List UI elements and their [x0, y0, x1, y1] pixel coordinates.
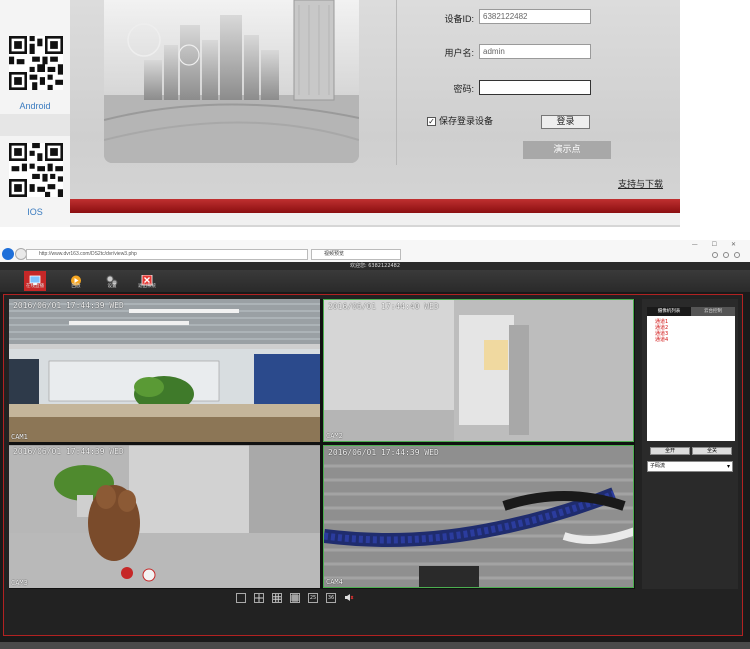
device-id-label: 设备ID:	[444, 14, 474, 24]
login-panel: Android IOS 设备ID: 6382122482 用户名: admin …	[0, 0, 750, 240]
video-timestamp: 2016/06/01 17:44:40 WED	[328, 302, 439, 311]
city-skyline-image	[104, 0, 359, 163]
dvr-web-app: 欢迎您: 6382122482 在线直播 回放 设置 退出系统 2016/06/…	[0, 262, 750, 649]
playback-label: 回放	[71, 284, 81, 289]
settings-label: 设置	[107, 284, 117, 289]
side-tabs: 摄像机列表 云台控制	[647, 307, 735, 316]
save-device-checkbox[interactable]: ✓	[427, 117, 436, 127]
camera-label: CAM3	[11, 579, 28, 587]
username-field[interactable]: admin	[479, 44, 591, 59]
password-field[interactable]	[479, 80, 591, 95]
layout-9-button[interactable]	[272, 593, 282, 603]
window-controls[interactable]: — ☐ ✕	[692, 241, 742, 248]
camera-label: CAM1	[11, 433, 28, 441]
close-icon	[141, 271, 153, 286]
video-timestamp: 2016/06/01 17:44:39 WED	[328, 448, 439, 457]
login-button[interactable]: 登录	[541, 115, 590, 129]
exit-button[interactable]: 退出系统	[137, 271, 157, 291]
android-qr-code	[9, 36, 63, 90]
app-download-column: Android IOS	[0, 0, 70, 227]
tab-ptz-control[interactable]: 云台控制	[691, 307, 735, 316]
layout-4-button[interactable]	[254, 593, 264, 603]
video-tile-cam4[interactable]: 2016/06/01 17:44:39 WED CAM4	[323, 445, 634, 588]
password-label: 密码:	[453, 84, 474, 94]
demo-button[interactable]: 演示点	[523, 141, 611, 159]
layout-36-button[interactable]: 36	[326, 593, 336, 603]
username-label: 用户名:	[444, 48, 474, 58]
playback-button[interactable]: 回放	[66, 271, 86, 291]
status-bar	[0, 642, 750, 649]
settings-button[interactable]: 设置	[102, 271, 122, 291]
device-id-field[interactable]: 6382122482	[479, 9, 591, 24]
divider	[396, 0, 397, 165]
stream-select[interactable]: 子码流 ▾	[647, 461, 733, 472]
favorites-icon[interactable]	[723, 252, 729, 258]
android-label: Android	[19, 101, 51, 111]
live-view-frame: 2016/06/01 17:44:39 WED CAM1 2016/06/01	[3, 294, 743, 636]
address-bar[interactable]: http://www.dvr163.com/DS2tc/dvr/view3.ph…	[26, 249, 308, 260]
app-toolbar: 在线直播 回放 设置 退出系统	[0, 270, 750, 292]
footer-strip	[70, 213, 680, 225]
footer-red-bar	[70, 199, 680, 213]
ios-qr-code	[9, 143, 63, 197]
camera-label: CAM2	[326, 432, 343, 440]
save-device-option[interactable]: ✓ 保存登录设备	[427, 114, 493, 127]
channel-list: 通道1 通道2 通道3 通道4	[647, 316, 735, 441]
layout-16-button[interactable]	[290, 593, 300, 603]
home-icon[interactable]	[712, 252, 718, 258]
back-icon[interactable]	[2, 248, 14, 260]
video-grid: 2016/06/01 17:44:39 WED CAM1 2016/06/01	[9, 299, 635, 589]
divider	[0, 114, 70, 136]
gear-icon	[106, 271, 118, 286]
video-timestamp: 2016/06/01 17:44:39 WED	[13, 447, 124, 456]
video-tile-cam1[interactable]: 2016/06/01 17:44:39 WED CAM1	[9, 299, 320, 442]
gear-icon[interactable]	[734, 252, 740, 258]
video-timestamp: 2016/06/01 17:44:39 WED	[13, 301, 124, 310]
exit-label: 退出系统	[138, 284, 156, 289]
chevron-down-icon: ▾	[726, 463, 730, 470]
play-icon	[70, 271, 82, 286]
speaker-icon[interactable]	[344, 593, 354, 603]
video-tile-cam3[interactable]: 2016/06/01 17:44:39 WED CAM3	[9, 445, 320, 588]
open-all-button[interactable]: 全开	[650, 447, 690, 455]
tab-camera-list[interactable]: 摄像机列表	[647, 307, 691, 316]
welcome-title: 欢迎您: 6382122482	[0, 262, 750, 270]
close-all-button[interactable]: 全关	[692, 447, 732, 455]
monitor-icon	[29, 271, 41, 285]
layout-1-button[interactable]	[236, 593, 246, 603]
browser-window: http://www.dvr163.com/DS2tc/dvr/view3.ph…	[0, 240, 750, 649]
support-download-link[interactable]: 支持与下载	[618, 177, 663, 190]
ios-label: IOS	[27, 207, 43, 217]
video-tile-cam2[interactable]: 2016/06/01 17:44:40 WED CAM2	[323, 299, 634, 442]
live-label: 在线直播	[26, 284, 44, 289]
save-device-label: 保存登录设备	[439, 116, 494, 126]
layout-25-button[interactable]: 25	[308, 593, 318, 603]
stream-value: 子码流	[650, 463, 666, 469]
side-panel: 摄像机列表 云台控制 通道1 通道2 通道3 通道4 全开 全关 子码流 ▾	[642, 299, 738, 589]
channel-item[interactable]: 通道4	[647, 337, 735, 343]
tab-video-preview[interactable]: 视频预览	[311, 249, 401, 260]
camera-label: CAM4	[326, 578, 343, 586]
live-button[interactable]: 在线直播	[24, 271, 46, 291]
browser-toolbar: http://www.dvr163.com/DS2tc/dvr/view3.ph…	[0, 240, 750, 262]
